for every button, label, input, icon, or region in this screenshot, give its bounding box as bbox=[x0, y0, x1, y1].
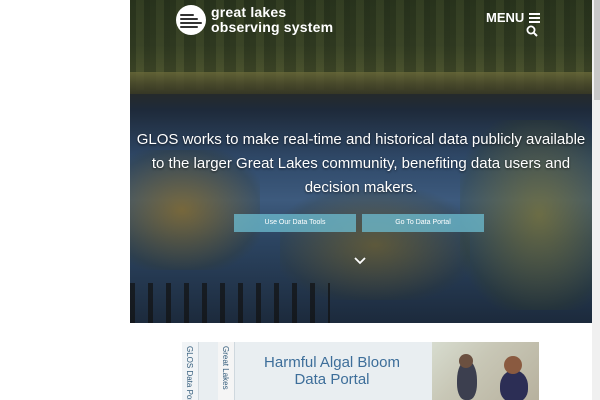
logo-line-2: observing system bbox=[211, 19, 334, 35]
stumps bbox=[130, 283, 330, 323]
logo-text: great lakes observing system bbox=[211, 5, 333, 35]
hero-tagline: GLOS works to make real-time and histori… bbox=[136, 131, 586, 196]
river-bank bbox=[130, 72, 592, 94]
researcher-head bbox=[459, 354, 473, 368]
hamburger-icon bbox=[529, 12, 541, 23]
search-icon[interactable] bbox=[526, 25, 538, 37]
side-tab-label: GLOS Data Portal bbox=[185, 346, 194, 400]
side-tab-glos-data-portal[interactable]: GLOS Data Portal bbox=[182, 342, 199, 400]
researcher-figure bbox=[500, 370, 528, 400]
chevron-down-icon[interactable] bbox=[353, 256, 367, 266]
menu-button[interactable]: MENU bbox=[486, 10, 541, 25]
side-tab-great-lakes[interactable]: Great Lakes bbox=[218, 342, 235, 400]
data-portal-button[interactable]: Go To Data Portal bbox=[362, 214, 484, 232]
hab-portal-banner[interactable]: GLOS Data Portal Great Lakes Harmful Alg… bbox=[182, 342, 539, 400]
logo-line-1: great lakes bbox=[211, 4, 287, 20]
side-tab-label: Great Lakes bbox=[221, 346, 230, 390]
researcher-head bbox=[504, 356, 522, 374]
site-logo[interactable]: great lakes observing system bbox=[176, 5, 333, 35]
scrollbar-thumb[interactable] bbox=[594, 0, 600, 100]
menu-label: MENU bbox=[486, 10, 525, 25]
logo-mark-icon bbox=[176, 5, 206, 35]
banner-title: Harmful Algal Bloom Data Portal bbox=[264, 354, 400, 388]
data-tools-button[interactable]: Use Our Data Tools bbox=[234, 214, 356, 232]
